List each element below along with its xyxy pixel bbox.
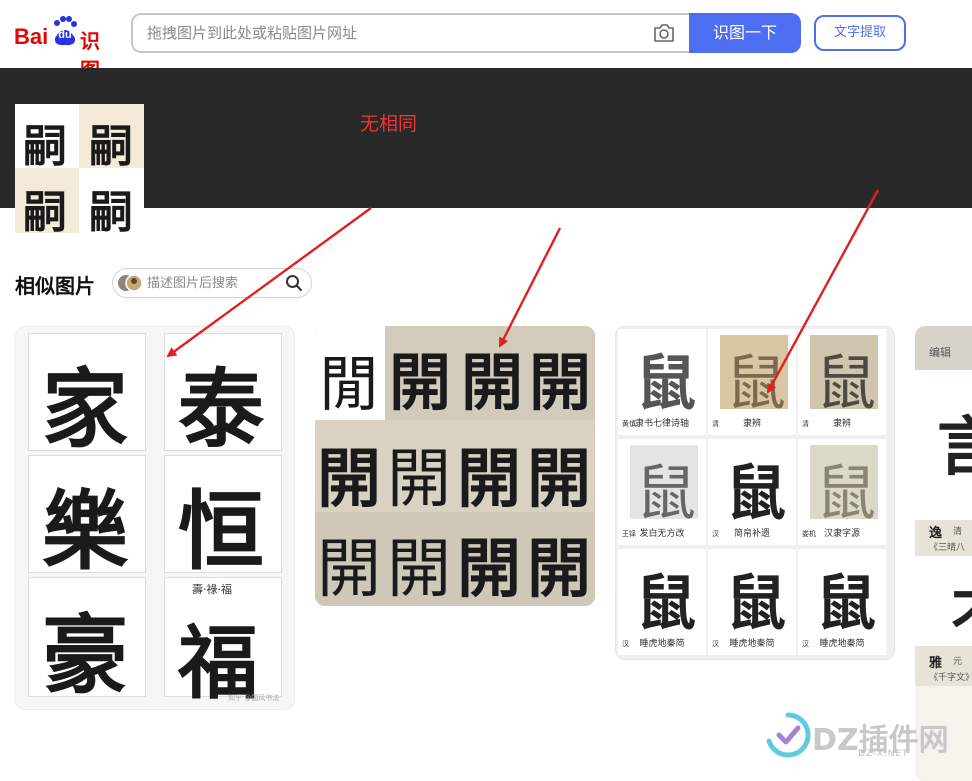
dz-logo-icon xyxy=(766,712,811,758)
paw-icon: du xyxy=(52,16,78,46)
describe-search-input[interactable] xyxy=(147,269,277,297)
calligraphy-char: 開 xyxy=(457,532,521,606)
avatar-group-icon xyxy=(117,272,143,294)
card4-item-2: 雅 xyxy=(929,656,943,671)
calligraphy-char: 恒 xyxy=(178,481,264,582)
calligraphy-char: 閒 xyxy=(319,350,379,420)
card4-item-1-prefix: 清 xyxy=(953,527,963,537)
watermark-sub: DZ-X.NET xyxy=(858,749,909,759)
dictionary-cell: 鼠 汉 睡虎地秦简 xyxy=(708,549,796,655)
query-char-2: 嗣 xyxy=(89,121,133,172)
result-card-2[interactable]: 閒 開 開 開 開 開 開 開 開 開 開 開 xyxy=(315,326,595,606)
calligraphy-char: 家 xyxy=(42,359,128,460)
query-result-band xyxy=(0,68,972,208)
describe-search-box xyxy=(112,268,312,298)
query-image-thumbnail[interactable]: 嗣 嗣 嗣 嗣 xyxy=(15,104,144,233)
dictionary-cell: 鼠 汉 简帛补遗 xyxy=(708,439,796,545)
calligraphy-char: 言 xyxy=(937,410,972,485)
search-icon[interactable] xyxy=(285,274,303,292)
calligraphy-char: 開 xyxy=(527,532,591,606)
calligraphy-char: 開 xyxy=(387,533,451,606)
no-match-annotation: 无相同 xyxy=(360,113,418,135)
calligraphy-char: 開 xyxy=(457,442,521,517)
site-watermark: DZ插件网 DZ-X.NET xyxy=(764,709,964,767)
card4-item-2-prefix: 元 xyxy=(953,657,963,667)
dictionary-cell: 鼠 清 隶辨 xyxy=(708,329,796,435)
card4-item-1-sub: 《三晴八 xyxy=(929,543,966,553)
calligraphy-char: 開 xyxy=(461,346,524,419)
dictionary-cell: 鼠 黄慎 隶书七律诗轴 xyxy=(618,329,706,435)
calligraphy-char: 開 xyxy=(317,533,381,606)
text-extract-button[interactable]: 文字提取 xyxy=(814,15,906,51)
top-bar: Bai du 识图 识图一下 文字提取 xyxy=(0,0,972,82)
calligraphy-char: 不 xyxy=(951,570,972,654)
result-card-3[interactable]: 鼠 黄慎 隶书七律诗轴 鼠 清 隶辨 鼠 清 隶辨 鼠 王铎 发白无方改 鼠 汉… xyxy=(615,326,895,660)
result-card-1[interactable]: 家 泰 樂 恒 豪 福 壽·祿·福 知乎 @国风书法 xyxy=(15,326,295,710)
image-url-input[interactable] xyxy=(147,15,627,51)
card4-item-1: 逸 xyxy=(929,526,943,541)
calligraphy-char: 開 xyxy=(529,346,592,419)
query-char-4: 嗣 xyxy=(89,187,133,233)
calligraphy-char: 開 xyxy=(387,443,451,517)
calligraphy-char: 開 xyxy=(389,346,452,419)
top-text: 壽·祿·福 xyxy=(192,583,232,596)
calligraphy-char: 開 xyxy=(527,442,591,517)
logo-bai: Bai xyxy=(14,24,49,49)
dictionary-cell: 鼠 清 隶辨 xyxy=(798,329,886,435)
dictionary-cell: 鼠 汉 睡虎地秦简 xyxy=(798,549,886,655)
query-char-1: 嗣 xyxy=(23,121,67,172)
edit-label[interactable]: 编辑 xyxy=(929,344,951,360)
dictionary-cell: 鼠 汉 睡虎地秦简 xyxy=(618,549,706,655)
dictionary-cell: 鼠 娄机 汉隶字源 xyxy=(798,439,886,545)
search-button[interactable]: 识图一下 xyxy=(689,13,801,53)
image-search-box xyxy=(131,13,691,53)
baidu-shitu-logo[interactable]: Bai du 识图 xyxy=(14,16,114,82)
calligraphy-char: 樂 xyxy=(42,481,128,582)
dictionary-cell: 鼠 王铎 发白无方改 xyxy=(618,439,706,545)
card-watermark: 知乎 @国风书法 xyxy=(228,694,280,702)
similar-images-title: 相似图片 xyxy=(15,274,95,298)
query-char-3: 嗣 xyxy=(23,187,67,233)
calligraphy-char: 泰 xyxy=(178,359,264,460)
calligraphy-char: 開 xyxy=(317,442,381,517)
camera-icon[interactable] xyxy=(653,23,675,43)
calligraphy-char: 豪 xyxy=(42,605,128,706)
card4-item-2-sub: 《千字文》 xyxy=(929,673,972,683)
